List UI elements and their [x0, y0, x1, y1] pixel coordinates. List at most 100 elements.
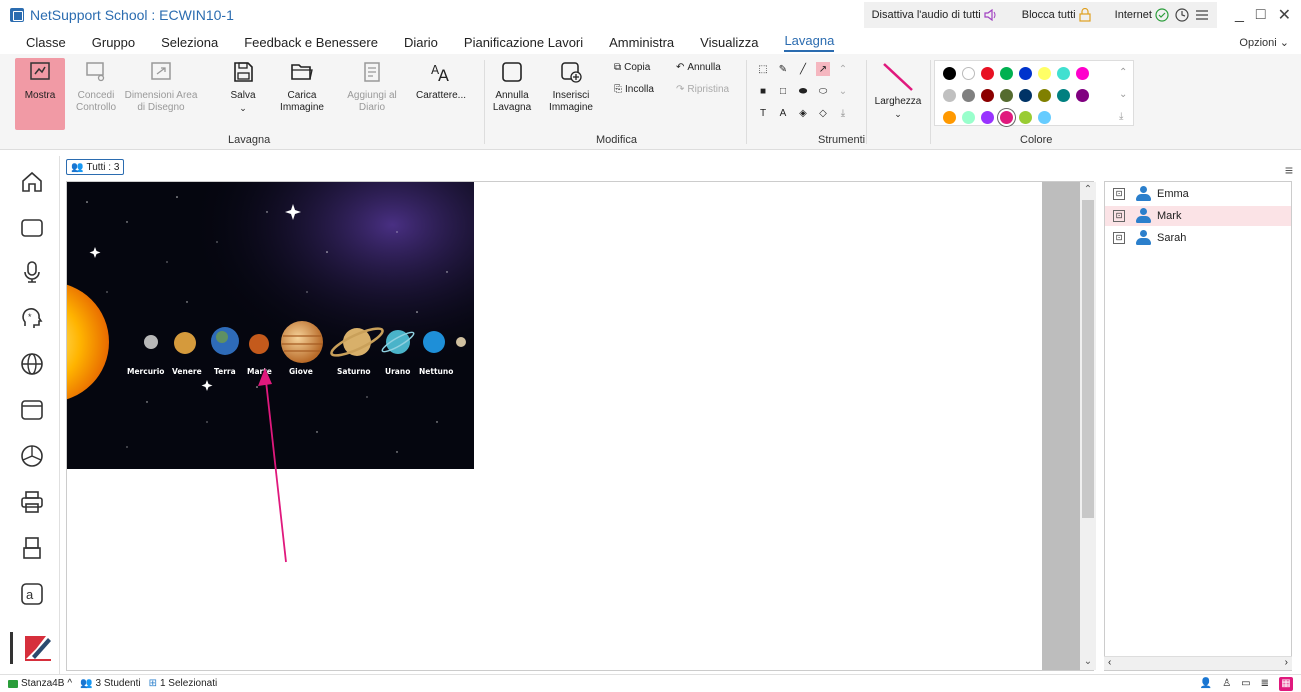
clock-icon[interactable]: [1175, 8, 1189, 22]
scroll-right-arrow-icon[interactable]: ›: [1285, 657, 1288, 668]
color-swatch[interactable]: [1000, 67, 1013, 80]
room-indicator[interactable]: Stanza4B ^: [8, 678, 72, 689]
paste-button[interactable]: ⎘ Incolla: [614, 84, 654, 95]
home-icon[interactable]: [20, 170, 44, 194]
color-swatch[interactable]: [943, 111, 956, 124]
color-swatch[interactable]: [1019, 111, 1032, 124]
scroll-left-arrow-icon[interactable]: ‹: [1108, 657, 1111, 668]
tab-lavagna[interactable]: Lavagna: [784, 33, 835, 52]
tab-diario[interactable]: Diario: [404, 35, 438, 50]
list-view-icon[interactable]: ≣: [1261, 678, 1269, 689]
horizontal-scrollbar[interactable]: ‹ ›: [1104, 656, 1292, 670]
draw-area-button[interactable]: Dimensioni Area di Disegno: [120, 58, 202, 114]
screen-icon[interactable]: [20, 216, 44, 240]
ellipse-tool-icon[interactable]: ⬭: [816, 84, 830, 98]
close-icon[interactable]: ✕: [1278, 5, 1291, 25]
minimize-icon[interactable]: _: [1235, 6, 1244, 24]
add-to-journal-button[interactable]: Aggiungi al Diario: [342, 58, 402, 114]
hamburger-menu-icon[interactable]: [1195, 9, 1209, 21]
color-swatch[interactable]: [943, 67, 956, 80]
highlight-text-tool-icon[interactable]: A: [776, 106, 790, 120]
fill-tool-icon[interactable]: ◈: [796, 106, 810, 120]
student-item-mark[interactable]: ⊡ Mark: [1105, 206, 1291, 226]
grid-view-icon[interactable]: ▦: [1279, 676, 1293, 691]
arrow-tool-icon[interactable]: ↗: [816, 62, 830, 76]
internet-button[interactable]: Internet: [1115, 8, 1169, 22]
tab-seleziona[interactable]: Seleziona: [161, 35, 218, 50]
rect-tool-icon[interactable]: □: [776, 84, 790, 98]
tab-gruppo[interactable]: Gruppo: [92, 35, 135, 50]
color-swatch[interactable]: [981, 89, 994, 102]
line-tool-icon[interactable]: ╱: [796, 62, 810, 76]
whiteboard-canvas[interactable]: Mercurio Venere Terra Marte Giove Saturn…: [66, 181, 1094, 671]
whiteboard-pen-icon[interactable]: [22, 632, 54, 664]
filled-rect-tool-icon[interactable]: ■: [756, 84, 770, 98]
line-width-button[interactable]: Larghezza ⌄: [870, 58, 926, 120]
lock-all-button[interactable]: Blocca tutti: [1022, 7, 1091, 22]
tab-classe[interactable]: Classe: [26, 35, 66, 50]
scroll-up-icon[interactable]: ⌃: [836, 62, 850, 76]
color-swatch[interactable]: [1057, 89, 1070, 102]
maximize-icon[interactable]: □: [1256, 6, 1266, 24]
palette-up-icon[interactable]: ⌃: [1119, 67, 1127, 78]
palette-down-icon[interactable]: ⌄: [1119, 89, 1127, 100]
color-swatch[interactable]: [962, 67, 975, 80]
color-swatch[interactable]: [1076, 67, 1089, 80]
color-swatch[interactable]: [962, 111, 975, 124]
color-swatch[interactable]: [981, 111, 994, 124]
application-window-icon[interactable]: [20, 398, 44, 422]
color-swatch[interactable]: [1076, 89, 1089, 102]
head-idea-icon[interactable]: *: [20, 306, 44, 330]
student-item-emma[interactable]: ⊡ Emma: [1105, 184, 1291, 204]
color-swatch[interactable]: [1038, 67, 1051, 80]
at-sign-icon[interactable]: a: [20, 582, 44, 606]
redo-button[interactable]: ↷ Ripristina: [676, 84, 729, 95]
save-button[interactable]: Salva ⌄: [228, 58, 258, 114]
scroll-down-icon[interactable]: ⌄: [836, 84, 850, 98]
globe-icon[interactable]: [20, 352, 44, 376]
undo-button[interactable]: ↶ Annulla: [676, 62, 721, 73]
color-swatch[interactable]: [1000, 111, 1013, 124]
text-box-tool-icon[interactable]: T: [756, 106, 770, 120]
tab-amministra[interactable]: Amministra: [609, 35, 674, 50]
monitor-view-icon[interactable]: ▭: [1241, 678, 1250, 689]
color-swatch[interactable]: [1038, 111, 1051, 124]
scroll-up-arrow-icon[interactable]: ⌃: [1080, 182, 1096, 198]
color-swatch[interactable]: [1019, 89, 1032, 102]
select-tool-icon[interactable]: ⬚: [756, 62, 770, 76]
pie-chart-icon[interactable]: [20, 444, 44, 468]
copy-button[interactable]: ⧉ Copia: [614, 62, 650, 73]
tab-feedback[interactable]: Feedback e Benessere: [244, 35, 378, 50]
tab-pianificazione[interactable]: Pianificazione Lavori: [464, 35, 583, 50]
panel-menu-icon[interactable]: ≡: [1285, 162, 1293, 178]
eraser-tool-icon[interactable]: ◇: [816, 106, 830, 120]
fonts-button[interactable]: AA Carattere...: [412, 58, 470, 102]
student-item-sarah[interactable]: ⊡ Sarah: [1105, 228, 1291, 248]
device-icon[interactable]: [20, 536, 44, 560]
options-menu[interactable]: Opzioni ⌄: [1239, 36, 1289, 49]
palette-expand-icon[interactable]: ⤓: [1119, 111, 1123, 122]
microphone-icon[interactable]: [20, 260, 44, 284]
person-outline-icon[interactable]: ♙: [1222, 678, 1231, 689]
color-swatch[interactable]: [1038, 89, 1051, 102]
tab-visualizza[interactable]: Visualizza: [700, 35, 758, 50]
color-swatch[interactable]: [1019, 67, 1032, 80]
color-swatch[interactable]: [1000, 89, 1013, 102]
expand-tools-icon[interactable]: ⤓: [836, 106, 850, 120]
insert-image-button[interactable]: Inserisci Immagine: [542, 58, 600, 114]
scrollbar-thumb[interactable]: [1082, 200, 1094, 518]
color-swatch[interactable]: [981, 67, 994, 80]
filled-ellipse-tool-icon[interactable]: ⬬: [796, 84, 810, 98]
tutti-group-chip[interactable]: 👥 Tutti : 3: [66, 159, 125, 175]
scroll-down-arrow-icon[interactable]: ⌄: [1080, 654, 1096, 670]
color-swatch[interactable]: [962, 89, 975, 102]
vertical-scrollbar[interactable]: ⌃ ⌄: [1080, 182, 1096, 670]
person-filled-icon[interactable]: 👤: [1200, 678, 1212, 689]
color-swatch[interactable]: [943, 89, 956, 102]
give-control-button[interactable]: Concedi Controllo: [70, 58, 122, 114]
color-swatch[interactable]: [1057, 67, 1070, 80]
printer-icon[interactable]: [20, 490, 44, 514]
pen-tool-icon[interactable]: ✎: [776, 62, 790, 76]
mute-all-button[interactable]: Disattiva l'audio di tutti: [872, 8, 998, 22]
show-board-button[interactable]: Mostra: [15, 58, 65, 130]
